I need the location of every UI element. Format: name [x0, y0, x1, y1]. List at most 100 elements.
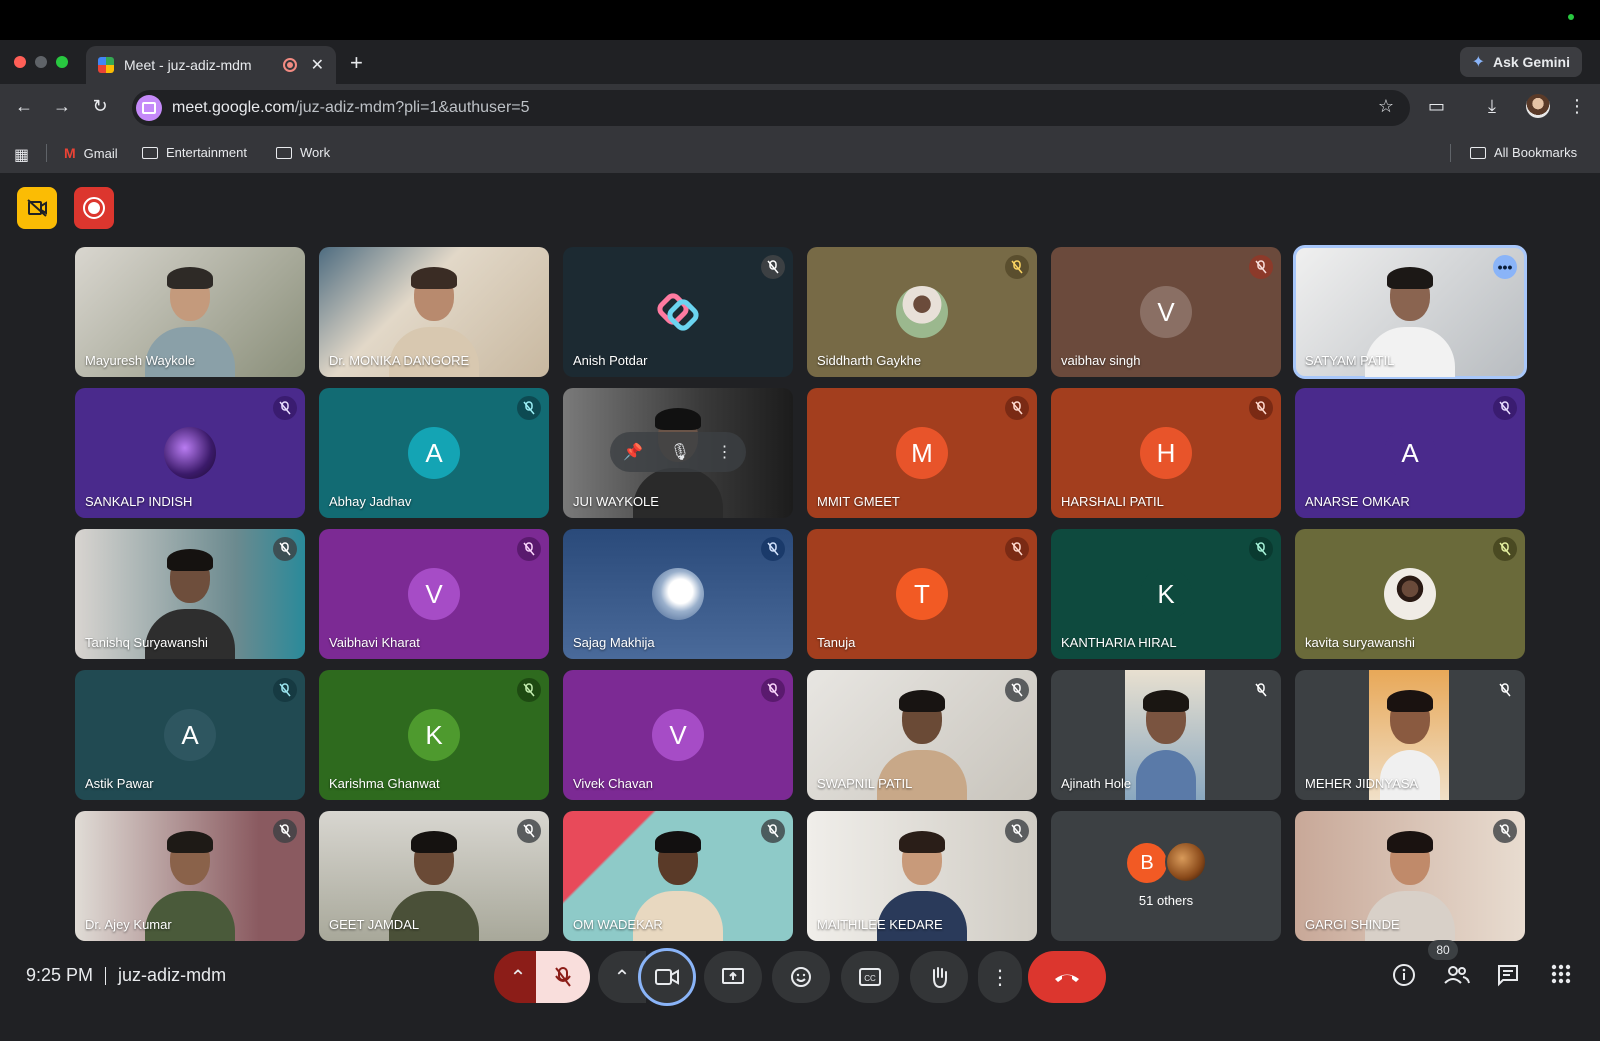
participant-tile[interactable]: 📌 🎙 ⋮ JUI WAYKOLE [563, 388, 793, 518]
participant-tile[interactable]: GARGI SHINDE [1295, 811, 1525, 941]
muted-microphone-icon [761, 678, 785, 702]
participant-tile[interactable]: A Abhay Jadhav [319, 388, 549, 518]
all-bookmarks-button[interactable]: All Bookmarks [1470, 145, 1577, 160]
hang-up-icon [1055, 974, 1079, 982]
more-options-icon[interactable]: ••• [1493, 255, 1517, 279]
participant-video [1121, 688, 1211, 800]
participant-name: KANTHARIA HIRAL [1061, 635, 1177, 650]
more-options-button[interactable]: ⋮ [978, 951, 1022, 1003]
participant-tile[interactable]: Mayuresh Waykole [75, 247, 305, 377]
participant-tile[interactable]: K Karishma Ghanwat [319, 670, 549, 800]
participant-tile[interactable]: GEET JAMDAL [319, 811, 549, 941]
browser-tab-meet[interactable]: Meet - juz-adiz-mdm ✕ [86, 46, 336, 84]
participant-tile[interactable]: Tanishq Suryawanshi [75, 529, 305, 659]
new-tab-button[interactable]: + [350, 50, 363, 76]
profile-picture [164, 427, 216, 479]
meeting-info-button[interactable] [1392, 963, 1416, 993]
leave-call-button[interactable] [1028, 951, 1106, 1003]
participant-tile[interactable]: Siddharth Gaykhe [807, 247, 1037, 377]
meeting-code: juz-adiz-mdm [118, 965, 227, 985]
activities-button[interactable] [1550, 963, 1572, 991]
close-window-button[interactable] [14, 56, 26, 68]
participant-tile[interactable]: H HARSHALI PATIL [1051, 388, 1281, 518]
back-icon[interactable]: ← [12, 96, 36, 117]
microphone-toggle-button[interactable] [536, 951, 590, 1003]
chat-button[interactable] [1496, 963, 1520, 993]
site-info-icon[interactable] [136, 95, 162, 121]
ask-gemini-label: Ask Gemini [1492, 54, 1570, 70]
profile-picture [896, 286, 948, 338]
bookmark-work[interactable]: Work [276, 145, 330, 160]
address-bar[interactable]: meet.google.com/juz-adiz-mdm?pli=1&authu… [132, 90, 1410, 126]
participant-tile[interactable]: Dr. Ajey Kumar [75, 811, 305, 941]
participant-avatar: V [1140, 286, 1192, 338]
participant-name: Astik Pawar [85, 776, 154, 791]
participant-tile[interactable]: K KANTHARIA HIRAL [1051, 529, 1281, 659]
present-button[interactable] [704, 951, 762, 1003]
participant-tile[interactable]: M MMIT GMEET [807, 388, 1037, 518]
participant-tile[interactable]: Sajag Makhija [563, 529, 793, 659]
participant-avatar: K [408, 709, 460, 761]
camera-toggle-button[interactable] [638, 948, 696, 1006]
video-off-indicator[interactable] [17, 187, 57, 229]
participant-tile[interactable]: V vaibhav singh [1051, 247, 1281, 377]
profile-picture [652, 568, 704, 620]
muted-microphone-icon [1005, 678, 1029, 702]
muted-microphone-icon [1493, 537, 1517, 561]
others-tile[interactable]: B 51 others [1051, 811, 1281, 941]
bookmarks-divider [46, 144, 47, 162]
recording-button[interactable] [74, 187, 114, 229]
reactions-button[interactable] [772, 951, 830, 1003]
profile-avatar[interactable] [1526, 94, 1550, 118]
ask-gemini-button[interactable]: ✦ Ask Gemini [1459, 47, 1582, 77]
participant-name: GARGI SHINDE [1305, 917, 1400, 932]
participant-name: ANARSE OMKAR [1305, 494, 1410, 509]
participant-tile[interactable]: V Vivek Chavan [563, 670, 793, 800]
muted-microphone-icon [1005, 819, 1029, 843]
microphone-icon[interactable]: 🎙 [670, 442, 690, 462]
muted-microphone-icon [273, 678, 297, 702]
participant-tile[interactable]: SWAPNIL PATIL [807, 670, 1037, 800]
participant-tile[interactable]: SANKALP INDISH [75, 388, 305, 518]
muted-microphone-icon [273, 537, 297, 561]
muted-microphone-icon [1005, 537, 1029, 561]
participant-name: Anish Potdar [573, 353, 648, 368]
maximize-window-button[interactable] [56, 56, 68, 68]
participant-tile[interactable]: ••• SATYAM PATIL [1293, 245, 1527, 379]
pin-icon[interactable]: 📌 [623, 442, 643, 462]
participant-name: Sajag Makhija [573, 635, 655, 650]
participant-tile[interactable]: V Vaibhavi Kharat [319, 529, 549, 659]
raise-hand-icon [933, 967, 947, 988]
participant-tile[interactable]: MEHER JIDNYASA [1295, 670, 1525, 800]
captions-button[interactable]: CC [841, 951, 899, 1003]
apps-grid-icon[interactable]: ▦ [14, 145, 29, 165]
participant-name: MEHER JIDNYASA [1305, 776, 1419, 791]
browser-menu-icon[interactable]: ⋮ [1568, 96, 1586, 117]
participant-tile[interactable]: MAITHILEE KEDARE [807, 811, 1037, 941]
participant-tile[interactable]: Anish Potdar [563, 247, 793, 377]
raise-hand-button[interactable] [910, 951, 968, 1003]
minimize-window-button[interactable] [35, 56, 47, 68]
chevron-up-icon: ⌃ [613, 966, 631, 989]
tile-more-icon[interactable]: ⋮ [717, 442, 733, 462]
participant-tile[interactable]: A Astik Pawar [75, 670, 305, 800]
participant-tile[interactable]: OM WADEKAR [563, 811, 793, 941]
bookmark-star-icon[interactable]: ☆ [1378, 96, 1394, 117]
forward-icon[interactable]: → [50, 96, 74, 117]
people-button[interactable] [1443, 963, 1471, 993]
audio-options-chevron[interactable]: ⌃ [494, 951, 542, 1003]
participant-tile[interactable]: T Tanuja [807, 529, 1037, 659]
participant-tile[interactable]: Ajinath Hole [1051, 670, 1281, 800]
tab-close-icon[interactable]: ✕ [311, 55, 324, 75]
participant-tile[interactable]: Dr. MONIKA DANGORE [319, 247, 549, 377]
participant-avatar: H [1140, 427, 1192, 479]
recording-indicator-icon [282, 58, 297, 72]
participant-tile[interactable]: kavita suryawanshi [1295, 529, 1525, 659]
download-icon[interactable]: ⤓ [1488, 96, 1496, 117]
bookmark-entertainment[interactable]: Entertainment [142, 145, 247, 160]
present-screen-icon [722, 968, 744, 984]
cast-icon[interactable]: ▭ [1428, 96, 1445, 117]
participant-tile[interactable]: A ANARSE OMKAR [1295, 388, 1525, 518]
bookmark-gmail[interactable]: M Gmail [64, 145, 118, 161]
reload-icon[interactable]: ↻ [88, 96, 112, 117]
